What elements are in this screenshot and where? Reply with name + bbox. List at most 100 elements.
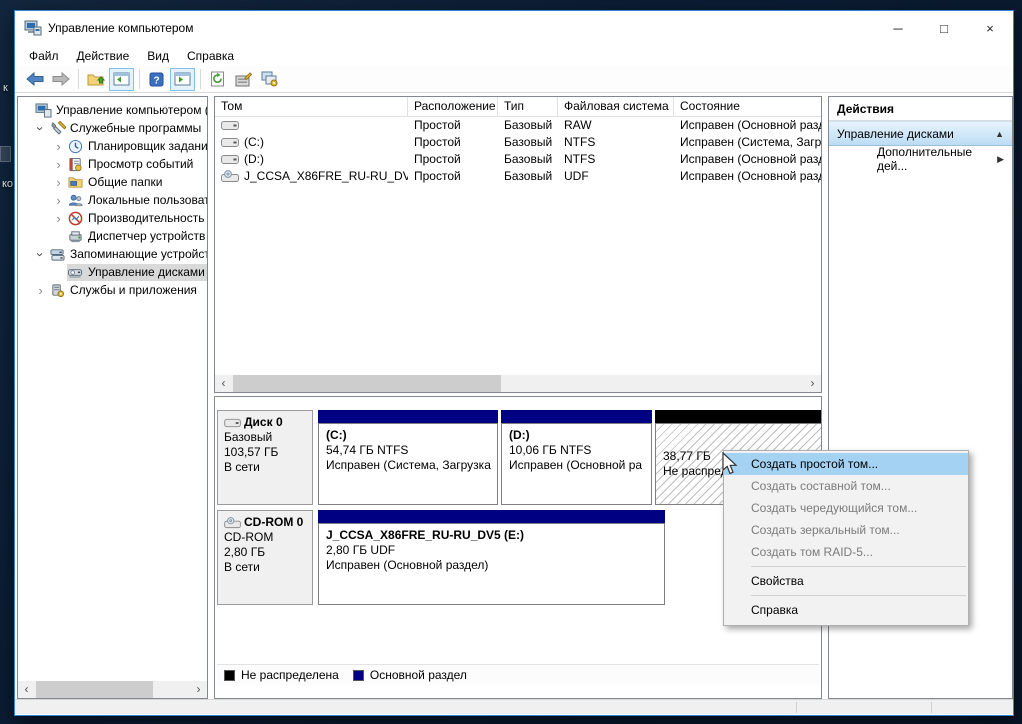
toolbar-separator [78,69,79,89]
menu-file[interactable]: Файл [20,47,68,65]
cdrom0-status: В сети [224,560,312,575]
desktop: к ко Управление компьютером ─ □ × Файл Д… [0,0,1022,724]
menu-item-help[interactable]: Справка [724,599,968,621]
partition-c[interactable]: (C:) 54,74 ГБ NTFS Исправен (Система, За… [318,410,498,505]
scroll-right-icon[interactable]: › [804,375,821,392]
services-icon [49,283,66,298]
disk-volume-icon [221,153,240,166]
chevron-down-icon[interactable]: › [33,246,48,263]
desktop-icon-label-fragment: ко [2,178,13,190]
legend-primary-label: Основной раздел [370,668,467,682]
chevron-down-icon[interactable]: › [33,120,48,137]
shared-folders-icon [67,175,84,190]
column-header-status[interactable]: Состояние [674,97,821,117]
refresh-icon[interactable] [205,68,230,91]
partition-color-bar [318,410,498,423]
status-bar [15,699,1013,714]
cdrom0-type: CD-ROM [224,530,312,545]
partition-d[interactable]: (D:) 10,06 ГБ NTFS Исправен (Основной ра [501,410,652,505]
help-icon[interactable]: ? [144,68,169,91]
tree-item-storage[interactable]: › Запоминающие устройст [18,245,207,263]
minimize-button[interactable]: ─ [875,11,921,45]
tree-item-local-users[interactable]: › Локальные пользовате [18,191,207,209]
context-menu: Создать простой том... Создать составной… [723,450,969,626]
cd-drive-icon [224,517,242,529]
svg-text:?: ? [153,75,159,86]
console-tree-icon[interactable] [109,68,134,91]
tree-item-device-manager[interactable]: › Диспетчер устройств [18,227,207,245]
partition-e[interactable]: J_CCSA_X86FRE_RU-RU_DV5 (E:) 2,80 ГБ UDF… [318,510,665,605]
menu-bar: Файл Действие Вид Справка [15,45,1013,66]
menu-item-properties[interactable]: Свойства [724,570,968,592]
tree-item-performance[interactable]: › Производительность [18,209,207,227]
disk-volume-icon [221,119,240,132]
submenu-arrow-icon: ▶ [997,154,1004,165]
storage-icon [49,247,66,262]
volume-list-header: Том Расположение Тип Файловая система Со… [215,97,821,117]
volume-row[interactable]: (C:) Простой Базовый NTFS Исправен (Сист… [215,134,821,151]
tree-item-task-scheduler[interactable]: › Планировщик заданий [18,137,207,155]
actions-header: Действия [829,97,1012,121]
menu-separator [751,595,966,596]
menu-action[interactable]: Действие [68,47,139,65]
back-icon[interactable] [22,68,47,91]
maximize-button[interactable]: □ [921,11,967,45]
mouse-cursor-icon [719,452,741,476]
forward-icon[interactable] [48,68,73,91]
collapse-arrow-icon[interactable]: ▲ [995,129,1004,139]
menu-help[interactable]: Справка [178,47,243,65]
partition-color-bar [655,410,822,423]
chevron-right-icon[interactable]: › [50,211,67,226]
computer-management-icon [24,20,42,36]
volume-row[interactable]: (D:) Простой Базовый NTFS Исправен (Осно… [215,151,821,168]
chevron-right-icon[interactable]: › [50,139,67,154]
actions-group-disk-management[interactable]: Управление дисками ▲ [829,121,1012,146]
partition-color-bar [501,410,652,423]
volume-row[interactable]: J_CCSA_X86FRE_RU-RU_DV5 (E:) Простой Баз… [215,168,821,185]
menu-item-new-simple-volume[interactable]: Создать простой том... [724,453,968,475]
chevron-right-icon[interactable]: › [50,175,67,190]
cdrom0-label-block[interactable]: CD-ROM 0 CD-ROM 2,80 ГБ В сети [217,510,313,605]
column-header-volume[interactable]: Том [215,97,408,117]
scrollbar-thumb[interactable] [233,375,501,392]
volume-list-horizontal-scrollbar[interactable]: ‹ › [215,375,821,392]
scroll-right-icon[interactable]: › [190,681,207,698]
partition-color-bar [318,510,665,523]
legend-unallocated-swatch [224,670,235,681]
tree-item-shared-folders[interactable]: › Общие папки [18,173,207,191]
actions-more-actions[interactable]: Дополнительные дей... ▶ [829,146,1012,172]
scroll-left-icon[interactable]: ‹ [18,681,35,698]
chevron-right-icon[interactable]: › [50,193,67,208]
up-folder-icon[interactable] [83,68,108,91]
properties-icon[interactable] [231,68,256,91]
action-pane-icon[interactable] [170,68,195,91]
close-button[interactable]: × [967,11,1013,45]
volume-row[interactable]: Простой Базовый RAW Исправен (Основной р… [215,117,821,134]
tree-item-computer-management[interactable]: › Управление компьютером (л [18,101,207,119]
column-header-layout[interactable]: Расположение [408,97,498,117]
toolbar-separator [200,69,201,89]
legend-bar: Не распределена Основной раздел [217,664,819,685]
disk0-label-block[interactable]: Диск 0 Базовый 103,57 ГБ В сети [217,410,313,505]
menu-item-new-raid5-volume: Создать том RAID-5... [724,541,968,563]
scrollbar-thumb[interactable] [36,681,153,698]
cd-volume-icon [221,170,240,183]
title-bar[interactable]: Управление компьютером ─ □ × [15,11,1013,45]
console-tree-panel: › Управление компьютером (л › Служебные … [17,96,208,699]
manage-icon[interactable] [257,68,282,91]
scroll-left-icon[interactable]: ‹ [215,375,232,392]
menu-view[interactable]: Вид [138,47,178,65]
tree-item-services-apps[interactable]: › Службы и приложения [18,281,207,299]
local-users-icon [67,193,84,208]
disk-management-icon [67,265,84,280]
legend-primary-swatch [353,670,364,681]
tree-item-event-viewer[interactable]: › Просмотр событий [18,155,207,173]
column-header-type[interactable]: Тип [498,97,558,117]
legend-unallocated-label: Не распределена [241,668,339,682]
chevron-right-icon[interactable]: › [32,283,49,298]
tree-horizontal-scrollbar[interactable]: ‹ › [18,681,207,698]
column-header-filesystem[interactable]: Файловая система [558,97,674,117]
tree-item-system-tools[interactable]: › Служебные программы [18,119,207,137]
chevron-right-icon[interactable]: › [50,157,67,172]
tree-item-disk-management[interactable]: › Управление дисками [18,263,207,281]
